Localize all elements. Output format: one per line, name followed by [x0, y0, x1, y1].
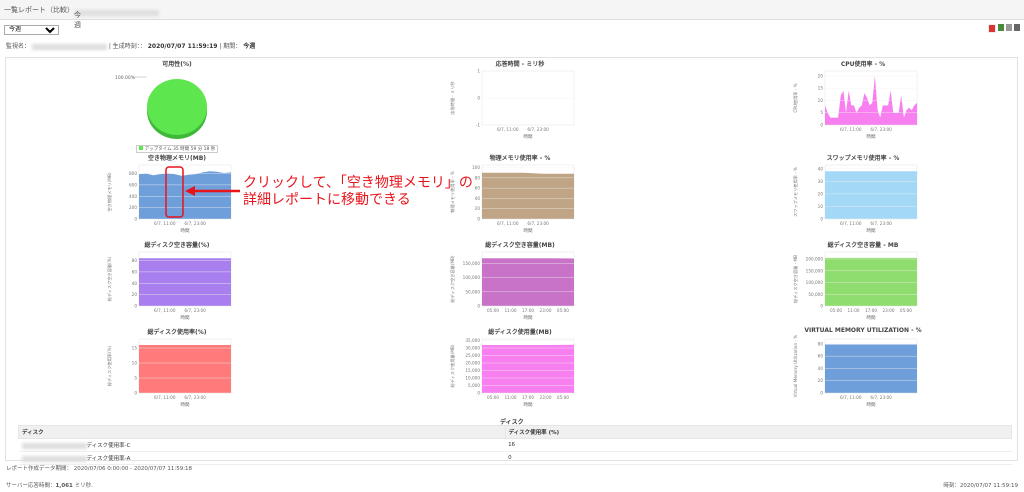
range-value: 2020/07/06 0:00:00 - 2020/07/07 11:59:18 — [73, 466, 193, 472]
time-value: 2020/07/07 11:59:19 — [959, 483, 1018, 489]
server-label: サーバー応答時間： — [6, 483, 56, 489]
server-value: 1,061 — [55, 483, 73, 489]
arrow-head-icon — [185, 186, 195, 196]
server-unit: ミリ秒. — [74, 483, 93, 489]
annotation-overlay — [165, 166, 240, 218]
footer-time: 時刻：2020/07/07 11:59:19 — [943, 481, 1018, 489]
time-label: 時刻： — [943, 483, 960, 489]
range-label: レポート作成データ期間： — [6, 466, 73, 472]
highlight-box — [165, 166, 184, 218]
server-response: サーバー応答時間：1,061 ミリ秒. — [6, 481, 93, 489]
data-range: レポート作成データ期間： 2020/07/06 0:00:00 - 2020/0… — [6, 464, 192, 472]
